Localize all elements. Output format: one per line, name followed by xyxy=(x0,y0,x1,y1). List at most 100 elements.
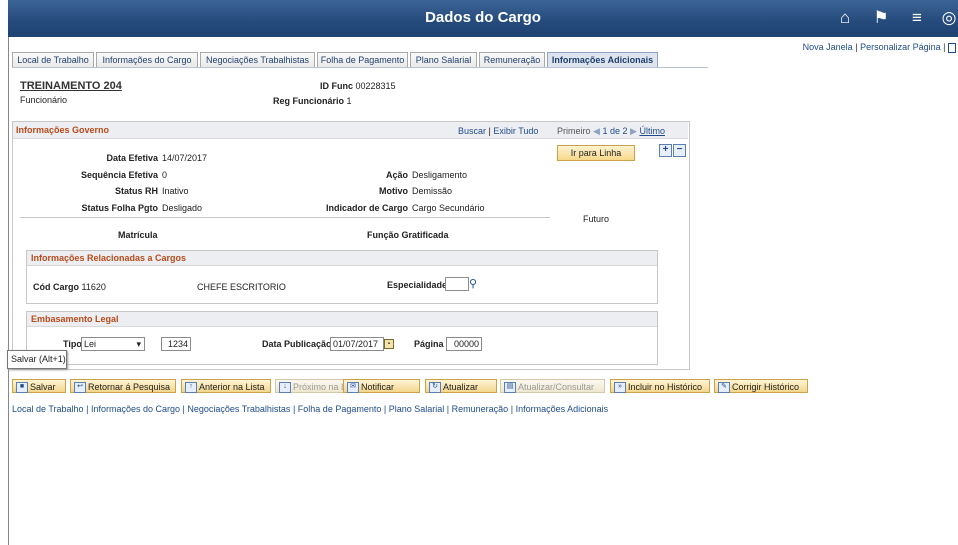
go-to-line-button[interactable]: Ir para Linha xyxy=(557,145,635,161)
show-all-link[interactable]: Exibir Tudo xyxy=(493,126,538,136)
pager-count: 1 de 2 xyxy=(602,126,628,136)
include-history-button[interactable]: » Incluir no Histórico xyxy=(610,379,710,393)
update-display-button[interactable]: ▤ Atualizar/Consultar xyxy=(500,379,605,393)
specialty-input[interactable] xyxy=(445,277,469,291)
sequence-value: 0 xyxy=(162,170,168,180)
personalize-page-link[interactable]: Personalizar Página xyxy=(860,42,941,52)
date-label: Data Efetiva xyxy=(106,153,158,163)
job-code-label: Cód Cargo xyxy=(33,282,79,292)
employee-reg-value: 1 xyxy=(346,96,352,106)
publication-date-input[interactable]: 01/07/2017 xyxy=(330,337,384,351)
legal-title: Embasamento Legal xyxy=(31,314,119,324)
remove-row-icon[interactable]: − xyxy=(673,144,686,157)
first-label: Primeiro xyxy=(557,126,591,136)
job-code-description: CHEFE ESCRITORIO xyxy=(197,282,286,292)
reason-value: Demissão xyxy=(412,186,453,196)
type-select[interactable]: Lei ▾ xyxy=(81,337,145,351)
flag-icon[interactable]: ⚑ xyxy=(871,8,891,28)
job-code: Cód Cargo 11620 xyxy=(33,282,106,292)
funcao-label: Função Gratificada xyxy=(367,230,449,240)
status-hr-value: Inativo xyxy=(162,186,189,196)
navbar-icon[interactable]: ◎ xyxy=(939,8,958,28)
previous-icon: ↑ xyxy=(185,382,197,393)
prev-arrow-icon[interactable]: ◀ xyxy=(593,126,600,136)
bottom-link-remuneracao[interactable]: Remuneração xyxy=(452,404,509,414)
refresh-icon: ↻ xyxy=(429,382,441,393)
page-input[interactable]: 00000 xyxy=(446,337,482,351)
pager: Primeiro ◀ 1 de 2 ▶ Último xyxy=(557,126,665,137)
tab-informacoes-adicionais[interactable]: Informações Adicionais xyxy=(547,52,658,67)
separator: | xyxy=(383,404,387,414)
law-number-input[interactable]: 1234 xyxy=(161,337,191,351)
notify-icon: ✉ xyxy=(347,382,359,393)
next-arrow-icon[interactable]: ▶ xyxy=(630,126,637,136)
include-history-icon: » xyxy=(614,382,626,393)
bottom-link-local-trabalho[interactable]: Local de Trabalho xyxy=(12,404,84,414)
save-button[interactable]: ■ Salvar xyxy=(12,379,66,393)
sequence-label: Sequência Efetiva xyxy=(80,170,158,180)
gov-nav-links: Buscar | Exibir Tudo xyxy=(458,126,539,136)
bottom-link-informacoes-cargo[interactable]: Informações do Cargo xyxy=(91,404,180,414)
correct-history-button[interactable]: ✎ Corrigir Histórico xyxy=(714,379,808,393)
home-icon[interactable]: ⌂ xyxy=(835,8,855,28)
matricula-label: Matrícula xyxy=(118,230,158,240)
related-section: Informações Relacionadas a Cargos xyxy=(26,250,658,304)
tab-local-trabalho[interactable]: Local de Trabalho xyxy=(12,52,94,67)
tab-informacoes-cargo[interactable]: Informações do Cargo xyxy=(96,52,198,67)
specialty-label: Especialidade xyxy=(387,280,448,290)
return-to-search-button[interactable]: ↩ Retornar á Pesquisa xyxy=(70,379,176,393)
last-link[interactable]: Último xyxy=(639,126,665,136)
bottom-links: Local de Trabalho | Informações do Cargo… xyxy=(12,404,608,414)
bottom-link-folha-pagamento[interactable]: Folha de Pagamento xyxy=(298,404,382,414)
add-row-icon[interactable]: + xyxy=(659,144,672,157)
search-icon[interactable]: ⚲ xyxy=(469,277,477,290)
separator: | xyxy=(86,404,89,414)
page-label: Página xyxy=(414,339,444,349)
employee-name: TREINAMENTO 204 xyxy=(20,80,122,92)
previous-in-list-button[interactable]: ↑ Anterior na Lista xyxy=(181,379,271,393)
separator: | xyxy=(292,404,296,414)
tab-plano-salarial[interactable]: Plano Salarial xyxy=(410,52,477,67)
reason-label: Motivo xyxy=(379,186,408,196)
separator: | xyxy=(446,404,450,414)
new-window-link[interactable]: Nova Janela xyxy=(803,42,853,52)
app-header: Dados do Cargo ⌂ ⚑ ≡ ◎ xyxy=(8,0,958,37)
bottom-link-plano-salarial[interactable]: Plano Salarial xyxy=(389,404,445,414)
chevron-down-icon: ▾ xyxy=(136,339,141,349)
future-label: Futuro xyxy=(583,214,610,224)
action-value: Desligamento xyxy=(412,170,468,180)
help-icon[interactable] xyxy=(948,42,956,53)
employee-id-label: ID Func xyxy=(320,81,353,91)
tab-divider xyxy=(12,67,708,68)
menu-icon[interactable]: ≡ xyxy=(907,8,927,28)
tab-remuneracao[interactable]: Remuneração xyxy=(479,52,545,67)
return-icon: ↩ xyxy=(74,382,86,393)
status-hr-label: Status RH xyxy=(114,186,158,196)
separator: | xyxy=(510,404,514,414)
job-indicator-label: Indicador de Cargo xyxy=(325,203,408,213)
job-code-value: 11620 xyxy=(81,282,106,292)
separator: | xyxy=(182,404,185,414)
date-value: 14/07/2017 xyxy=(162,153,208,163)
employee-role: Funcionário xyxy=(20,95,68,105)
type-label: Tipo xyxy=(63,339,82,349)
employee-reg: Reg Funcionário 1 xyxy=(273,96,352,106)
calendar-icon[interactable]: ▪ xyxy=(384,339,394,349)
next-icon: ↓ xyxy=(279,382,291,393)
separator: | xyxy=(855,42,858,52)
payroll-status-value: Desligado xyxy=(162,203,203,213)
publication-date-label: Data Publicação xyxy=(262,339,332,349)
employee-reg-label: Reg Funcionário xyxy=(273,96,345,106)
search-link[interactable]: Buscar xyxy=(458,126,486,136)
notify-button[interactable]: ✉ Notificar xyxy=(343,379,420,393)
bottom-link-informacoes-adicionais[interactable]: Informações Adicionais xyxy=(516,404,609,414)
left-border xyxy=(8,37,9,545)
payroll-status-label: Status Folha Pgto xyxy=(81,203,159,213)
legal-header xyxy=(27,312,657,327)
tab-negociacoes-trabalhistas[interactable]: Negociações Trabalhistas xyxy=(200,52,315,67)
tab-folha-pagamento[interactable]: Folha de Pagamento xyxy=(317,52,408,67)
refresh-button[interactable]: ↻ Atualizar xyxy=(425,379,497,393)
bottom-link-negociacoes[interactable]: Negociações Trabalhistas xyxy=(187,404,290,414)
save-tooltip: Salvar (Alt+1) xyxy=(7,350,67,369)
separator: | xyxy=(943,42,946,52)
